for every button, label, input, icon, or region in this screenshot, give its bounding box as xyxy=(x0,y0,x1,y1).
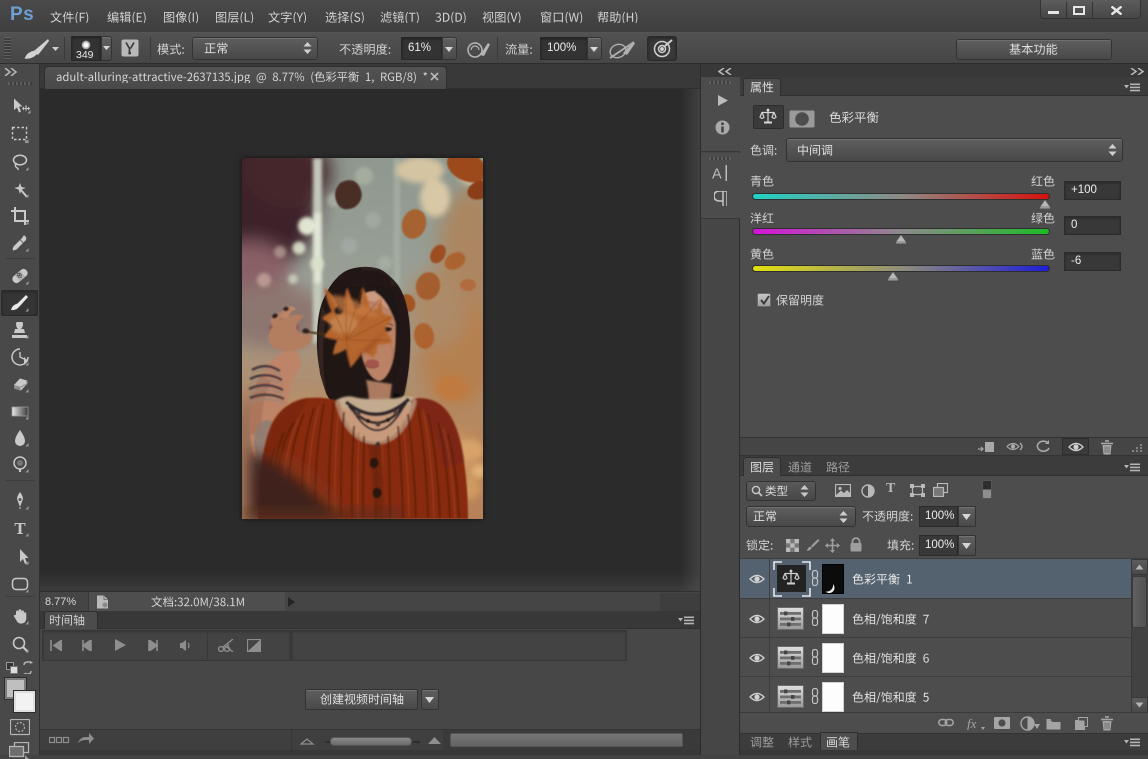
svg-text:A: A xyxy=(712,167,722,182)
svg-text:T: T xyxy=(14,519,26,537)
svg-text:fx: fx xyxy=(967,717,977,730)
